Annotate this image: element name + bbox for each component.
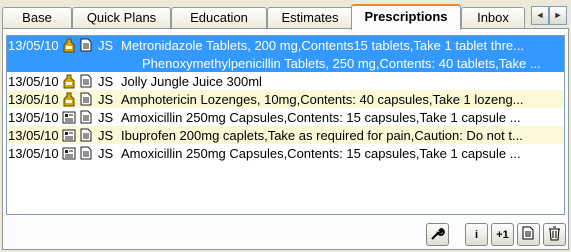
item-date: 13/05/10: [8, 73, 59, 89]
trash-icon: [548, 226, 561, 244]
prescriptions-panel: 13/05/10 JS Metronidazole Tablets, 200 m…: [2, 28, 569, 250]
tab-prescriptions[interactable]: Prescriptions: [351, 4, 461, 30]
item-date: 13/05/10: [8, 127, 59, 143]
bottle-icon: [60, 37, 77, 53]
add-one-button[interactable]: +1: [491, 223, 514, 246]
print-icon: [522, 226, 535, 243]
document-icon: [77, 127, 94, 143]
item-description: Ibuprofen 200mg caplets,Take as required…: [121, 127, 523, 143]
item-author: JS: [98, 109, 114, 125]
tab-scroll-right-button[interactable]: ►: [549, 6, 567, 25]
action-toolbar: i +1: [423, 223, 566, 247]
document-icon: [77, 91, 94, 107]
tab-base[interactable]: Base: [2, 7, 72, 29]
list-item[interactable]: 13/05/10 JS Jolly Jungle Juice 300ml: [7, 72, 564, 90]
tab-scroll-left-button[interactable]: ◄: [531, 6, 549, 25]
info-icon: i: [474, 228, 479, 241]
list-item[interactable]: Phenoxymethylpenicillin Tablets, 250 mg,…: [7, 54, 564, 72]
form-icon: [60, 127, 77, 143]
document-icon: [77, 109, 94, 125]
item-author: JS: [98, 73, 114, 89]
add-one-label: +1: [496, 228, 509, 241]
item-description: Jolly Jungle Juice 300ml: [121, 73, 262, 89]
item-description: Amoxicillin 250mg Capsules,Contents: 15 …: [121, 145, 521, 161]
wrench-icon: [430, 226, 445, 244]
prescriptions-list[interactable]: 13/05/10 JS Metronidazole Tablets, 200 m…: [6, 35, 565, 215]
tab-scroll-buttons: ◄ ►: [531, 6, 567, 25]
form-icon: [60, 145, 77, 161]
list-item[interactable]: 13/05/10 JS Amphotericin Lozenges, 10mg,…: [7, 90, 564, 108]
list-item[interactable]: 13/05/10 JS Metronidazole Tablets, 200 m…: [7, 36, 564, 54]
tools-button[interactable]: [426, 223, 449, 246]
delete-button[interactable]: [543, 223, 566, 246]
item-author: JS: [98, 145, 114, 161]
form-icon: [60, 109, 77, 125]
item-description: Amphotericin Lozenges, 10mg,Contents: 40…: [121, 91, 524, 107]
info-button[interactable]: i: [465, 223, 488, 246]
item-author: JS: [98, 37, 114, 53]
tab-strip: Base Quick Plans Education Estimates Pre…: [2, 3, 569, 30]
document-icon: [77, 145, 94, 161]
list-item[interactable]: 13/05/10 JS Ibuprofen 200mg caplets,Take…: [7, 126, 564, 144]
item-description: Phenoxymethylpenicillin Tablets, 250 mg,…: [142, 55, 541, 71]
bottle-icon: [60, 73, 77, 89]
item-author: JS: [98, 91, 114, 107]
document-icon: [77, 37, 94, 53]
bottle-icon: [60, 91, 77, 107]
list-item[interactable]: 13/05/10 JS Amoxicillin 250mg Capsules,C…: [7, 108, 564, 126]
print-button[interactable]: [517, 223, 540, 246]
tab-education[interactable]: Education: [171, 7, 267, 29]
item-date: 13/05/10: [8, 109, 59, 125]
list-item[interactable]: 13/05/10 JS Amoxicillin 250mg Capsules,C…: [7, 144, 564, 162]
item-author: JS: [98, 127, 114, 143]
tab-quick-plans[interactable]: Quick Plans: [72, 7, 171, 29]
item-description: Amoxicillin 250mg Capsules,Contents: 15 …: [121, 109, 521, 125]
document-icon: [77, 73, 94, 89]
tab-estimates[interactable]: Estimates: [267, 7, 353, 29]
tab-inbox[interactable]: Inbox: [461, 7, 525, 29]
item-description: Metronidazole Tablets, 200 mg,Contents15…: [121, 37, 524, 53]
item-date: 13/05/10: [8, 37, 59, 53]
item-date: 13/05/10: [8, 91, 59, 107]
item-date: 13/05/10: [8, 145, 59, 161]
